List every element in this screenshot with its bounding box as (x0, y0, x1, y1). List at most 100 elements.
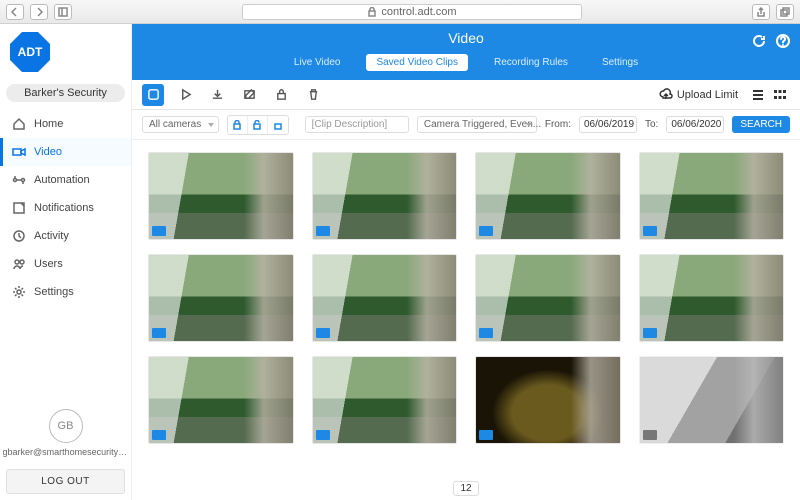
sidebar-item-label: Home (34, 118, 63, 130)
sidebar-item-label: Notifications (34, 202, 94, 214)
clip-thumbnail[interactable] (475, 356, 621, 444)
from-date-input[interactable]: 06/06/2019 (579, 116, 637, 133)
clip-thumbnail[interactable] (639, 356, 785, 444)
sidebar-item-activity[interactable]: Activity (0, 222, 131, 250)
nav-forward-button[interactable] (30, 4, 48, 20)
clip-thumbnail[interactable] (639, 254, 785, 342)
clip-thumbnail[interactable] (475, 254, 621, 342)
video-icon (12, 145, 26, 159)
nav-back-button[interactable] (6, 4, 24, 20)
sidebar-item-label: Video (34, 146, 62, 158)
page-header: Video Live Video Saved Video Clips Recor… (132, 24, 800, 80)
user-block: GB gbarker@smarthomesecuritycontrol (0, 403, 131, 463)
search-button[interactable]: SEARCH (732, 116, 790, 133)
sidebar-item-settings[interactable]: Settings (0, 278, 131, 306)
clip-source-badge (479, 328, 493, 338)
tabs-button[interactable] (776, 4, 794, 20)
clip-source-badge (152, 328, 166, 338)
sidebar-item-video[interactable]: Video (0, 138, 131, 166)
clip-thumbnail[interactable] (475, 152, 621, 240)
download-button[interactable] (206, 84, 228, 106)
to-date-input[interactable]: 06/06/2020 (666, 116, 724, 133)
clip-source-badge (152, 226, 166, 236)
upload-limit-label: Upload Limit (677, 89, 738, 101)
clip-source-badge (152, 430, 166, 440)
clip-thumbnail[interactable] (148, 254, 294, 342)
share-button[interactable] (752, 4, 770, 20)
sidebar-item-users[interactable]: Users (0, 250, 131, 278)
logout-button[interactable]: LOG OUT (6, 469, 125, 494)
clip-source-badge (479, 430, 493, 440)
home-icon (12, 117, 26, 131)
action-toolbar: Upload Limit (132, 80, 800, 110)
sidebar-item-label: Settings (34, 286, 74, 298)
avatar[interactable]: GB (49, 409, 83, 443)
browser-chrome: control.adt.com (0, 0, 800, 24)
clip-source-badge (316, 328, 330, 338)
sidebar-nav: Home Video Automation Notifications Acti… (0, 110, 131, 306)
clip-source-badge (316, 226, 330, 236)
page-title: Video (448, 24, 484, 46)
delete-button[interactable] (302, 84, 324, 106)
clip-thumbnail[interactable] (312, 152, 458, 240)
clip-source-badge (479, 226, 493, 236)
clip-thumbnail[interactable] (639, 152, 785, 240)
help-button[interactable] (776, 34, 790, 51)
notifications-icon (12, 201, 26, 215)
activity-icon (12, 229, 26, 243)
clip-thumbnail[interactable] (148, 152, 294, 240)
tab-saved-clips[interactable]: Saved Video Clips (366, 54, 468, 71)
rename-button[interactable] (238, 84, 260, 106)
sidebar-toggle-button[interactable] (54, 4, 72, 20)
sidebar-item-label: Activity (34, 230, 69, 242)
clip-source-badge (643, 226, 657, 236)
sidebar-item-automation[interactable]: Automation (0, 166, 131, 194)
clips-grid (132, 140, 800, 476)
automation-icon (12, 173, 26, 187)
list-view-button[interactable] (748, 87, 768, 103)
main-panel: Video Live Video Saved Video Clips Recor… (132, 24, 800, 500)
cloud-upload-icon (659, 88, 673, 102)
clip-source-badge (643, 430, 657, 440)
sidebar-item-label: Automation (34, 174, 90, 186)
view-toggle (748, 87, 790, 103)
upload-limit-button[interactable]: Upload Limit (659, 88, 738, 102)
clip-thumbnail[interactable] (148, 356, 294, 444)
clip-thumbnail[interactable] (312, 254, 458, 342)
description-filter-input[interactable]: [Clip Description] (305, 116, 409, 133)
refresh-button[interactable] (752, 34, 766, 51)
from-label: From: (545, 119, 571, 130)
browser-address-bar[interactable]: control.adt.com (242, 4, 582, 20)
browser-url: control.adt.com (381, 6, 456, 18)
sidebar-item-home[interactable]: Home (0, 110, 131, 138)
protection-filter (227, 115, 289, 135)
clip-source-badge (643, 328, 657, 338)
filter-bar: All cameras [Clip Description] Camera Tr… (132, 110, 800, 140)
protect-button[interactable] (270, 84, 292, 106)
header-tabs: Live Video Saved Video Clips Recording R… (286, 54, 646, 71)
users-icon (12, 257, 26, 271)
brand-logo: ADT (0, 24, 131, 80)
clip-source-badge (316, 430, 330, 440)
sidebar-item-label: Users (34, 258, 63, 270)
clip-thumbnail[interactable] (312, 356, 458, 444)
grid-view-button[interactable] (770, 87, 790, 103)
filter-all-lock-button[interactable] (268, 116, 288, 134)
user-email: gbarker@smarthomesecuritycontrol (3, 447, 129, 457)
page-number[interactable]: 12 (453, 481, 478, 496)
select-all-button[interactable] (142, 84, 164, 106)
adt-logo-icon: ADT (10, 32, 50, 72)
tab-live-video[interactable]: Live Video (286, 54, 349, 71)
sidebar-item-notifications[interactable]: Notifications (0, 194, 131, 222)
camera-filter-dropdown[interactable]: All cameras (142, 116, 219, 133)
account-selector[interactable]: Barker's Security (6, 84, 125, 102)
filter-unlocked-button[interactable] (248, 116, 268, 134)
tab-settings[interactable]: Settings (594, 54, 646, 71)
to-label: To: (645, 119, 658, 130)
trigger-filter-dropdown[interactable]: Camera Triggered, Even... (417, 116, 537, 133)
tab-recording-rules[interactable]: Recording Rules (486, 54, 576, 71)
sidebar: ADT Barker's Security Home Video Automat… (0, 24, 132, 500)
settings-icon (12, 285, 26, 299)
filter-locked-button[interactable] (228, 116, 248, 134)
play-button[interactable] (174, 84, 196, 106)
